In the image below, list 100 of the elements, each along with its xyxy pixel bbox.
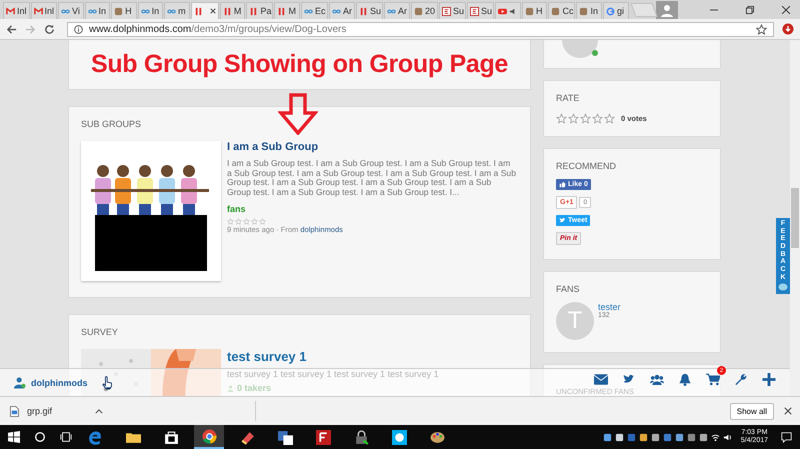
wifi-icon[interactable] bbox=[710, 432, 720, 442]
notification-icon[interactable] bbox=[781, 432, 792, 442]
browser-tab[interactable]: M bbox=[274, 2, 300, 19]
browser-tab[interactable]: m bbox=[164, 2, 190, 19]
maximize-icon[interactable] bbox=[746, 6, 754, 14]
browser-tab[interactable]: In bbox=[138, 2, 164, 19]
bell-icon[interactable] bbox=[678, 373, 692, 386]
browser-tab[interactable]: Vi bbox=[58, 2, 84, 19]
bookmark-star-icon[interactable] bbox=[756, 24, 767, 34]
palette-icon bbox=[430, 430, 444, 444]
browser-tab[interactable]: gi bbox=[602, 2, 628, 19]
eraser-icon bbox=[240, 430, 254, 444]
close-icon[interactable] bbox=[210, 8, 216, 14]
scrollbar-thumb[interactable] bbox=[791, 188, 799, 248]
envelope-icon[interactable] bbox=[594, 373, 608, 386]
infinity-icon bbox=[88, 6, 97, 16]
star-icon[interactable] bbox=[592, 113, 603, 124]
browser-tab[interactable]: Ar bbox=[328, 2, 355, 19]
star-icon[interactable] bbox=[568, 113, 579, 124]
file-icon bbox=[10, 406, 19, 416]
video-icon bbox=[498, 6, 507, 16]
browser-tab[interactable]: Pa bbox=[246, 2, 274, 19]
browser-tab[interactable]: Su bbox=[466, 2, 494, 19]
logo-icon bbox=[470, 6, 479, 16]
browser-tab[interactable] bbox=[190, 2, 219, 19]
infinity-icon bbox=[61, 6, 70, 16]
infinity-icon bbox=[332, 6, 341, 16]
infinity-icon bbox=[386, 6, 396, 16]
favicon-icon bbox=[551, 6, 560, 16]
address-field[interactable]: www.dolphinmods.com/demo3/m/groups/view/Dog-Lovers bbox=[67, 22, 774, 36]
taskbar-app[interactable] bbox=[194, 425, 224, 449]
speaker-icon[interactable] bbox=[722, 432, 732, 442]
browser-tab[interactable]: In bbox=[84, 2, 110, 19]
caret-icon[interactable] bbox=[95, 408, 103, 414]
thumbs-up-icon bbox=[559, 181, 566, 188]
browser-tab[interactable]: In bbox=[576, 2, 602, 19]
browser-tab[interactable]: M bbox=[220, 2, 246, 19]
bird-icon bbox=[559, 217, 566, 224]
pause-icon bbox=[222, 6, 232, 16]
section-heading: SURVEY bbox=[81, 327, 119, 337]
favicon-icon bbox=[524, 6, 534, 16]
close-icon[interactable] bbox=[782, 6, 790, 14]
logo-icon bbox=[442, 6, 451, 16]
browser-tab[interactable]: Su bbox=[438, 2, 466, 19]
padlock-icon bbox=[354, 430, 368, 444]
star-icon[interactable] bbox=[580, 113, 591, 124]
search-icon[interactable] bbox=[34, 431, 46, 443]
info-icon bbox=[74, 24, 83, 34]
browser-tab[interactable]: Inl bbox=[3, 2, 30, 19]
browser-tab[interactable]: Inl bbox=[30, 2, 58, 19]
pointer-hand-icon bbox=[102, 376, 114, 390]
show-all-button[interactable]: Show all bbox=[730, 402, 774, 420]
close-icon[interactable] bbox=[784, 407, 792, 415]
people-icon[interactable] bbox=[650, 373, 664, 386]
favicon-icon bbox=[114, 6, 124, 16]
star-icon[interactable] bbox=[604, 113, 615, 124]
star-icon[interactable] bbox=[556, 113, 567, 124]
browser-tab[interactable] bbox=[494, 2, 521, 19]
browser-tab[interactable]: H bbox=[111, 2, 137, 19]
browser-tab[interactable]: Su bbox=[356, 2, 383, 19]
pause-icon bbox=[249, 6, 258, 16]
survey-description: test survey 1 test survey 1 test survey 1 test survey 1 bbox=[227, 369, 439, 379]
infinity-icon bbox=[167, 6, 176, 16]
profile-icon[interactable] bbox=[656, 0, 678, 18]
translate-icon bbox=[278, 430, 292, 444]
cart-icon[interactable] bbox=[706, 373, 720, 386]
reload-icon[interactable] bbox=[44, 24, 55, 34]
user-icon[interactable] bbox=[14, 376, 26, 389]
back-icon[interactable] bbox=[6, 24, 17, 34]
favicon-icon bbox=[414, 6, 423, 16]
username-link[interactable]: dolphinmods bbox=[31, 378, 88, 388]
browser-tab[interactable]: Cc bbox=[548, 2, 576, 19]
mail-icon bbox=[34, 6, 43, 16]
annotation-title: Sub Group Showing on Group Page bbox=[90, 50, 508, 79]
plus-icon[interactable] bbox=[762, 373, 776, 386]
section-heading: SUB GROUPS bbox=[81, 119, 142, 129]
download-filename[interactable]: grp.gif bbox=[27, 406, 87, 416]
e-logo-icon bbox=[88, 430, 102, 444]
section-heading: RATE bbox=[556, 93, 580, 103]
person-icon bbox=[227, 384, 234, 392]
app-icon bbox=[316, 430, 330, 444]
infinity-icon bbox=[304, 6, 313, 16]
shopping-bag-icon bbox=[164, 430, 178, 444]
chat-app-icon bbox=[392, 430, 406, 444]
survey-title-link[interactable]: test survey 1 bbox=[227, 349, 306, 364]
wrench-icon[interactable] bbox=[734, 373, 748, 386]
fan-name-link[interactable]: tester bbox=[598, 302, 621, 312]
subgroup-description: I am a Sub Group test. I am a Sub Group test. I am a Sub Group test. I am a Sub Group test. I am a Sub Group test. I am a Sub Group test. I am a Sub Group test. I am a Sub Group test. I am a Sub Group test. I am a Sub Group test. I am a Sub Group test. I am a Sub Group test. I... bbox=[227, 159, 517, 198]
speech-bubble-icon bbox=[778, 282, 788, 292]
mail-icon bbox=[6, 6, 15, 16]
browser-tab[interactable]: Ec bbox=[300, 2, 328, 19]
browser-tab[interactable]: 20 bbox=[410, 2, 438, 19]
pause-icon bbox=[277, 6, 286, 16]
section-heading: RECOMMEND bbox=[556, 161, 617, 171]
browser-tab[interactable]: Ar bbox=[384, 2, 410, 19]
extension-icon[interactable] bbox=[782, 23, 794, 35]
task-view-icon[interactable] bbox=[60, 431, 72, 443]
windows-start-icon[interactable] bbox=[8, 431, 20, 443]
subgroup-title-link[interactable]: I am a Sub Group bbox=[227, 141, 318, 153]
browser-tab[interactable]: H bbox=[522, 2, 548, 19]
